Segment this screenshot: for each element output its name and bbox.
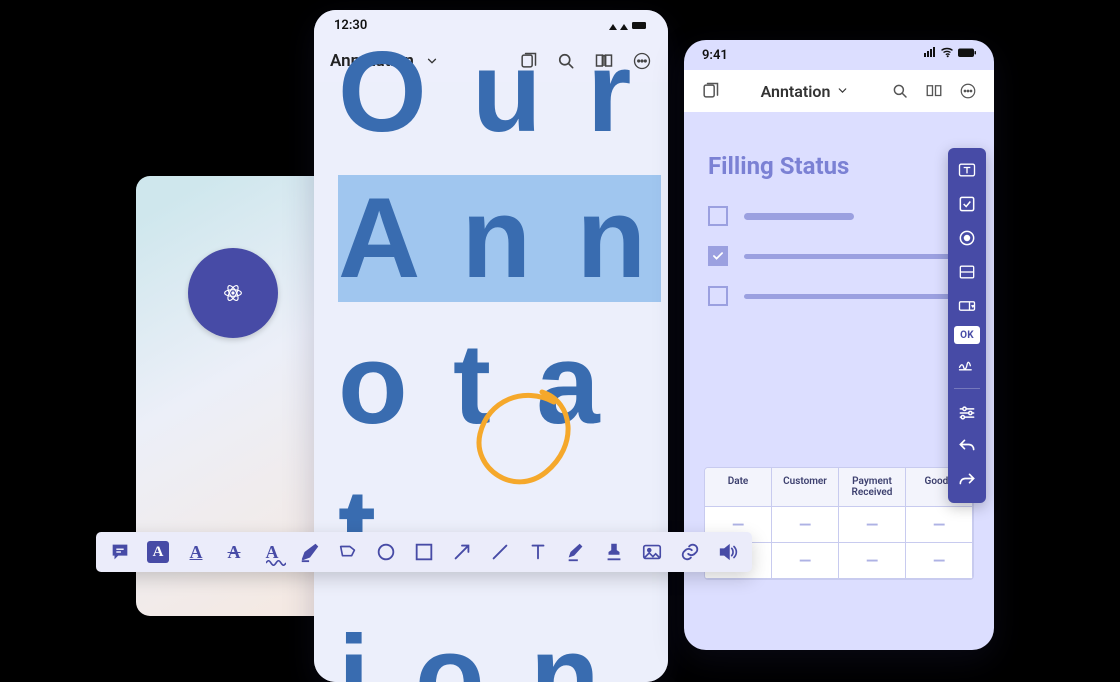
td[interactable]: — — [906, 507, 973, 543]
td[interactable]: — — [839, 507, 906, 543]
status-bar: 9:41 — [684, 40, 994, 70]
combobox-icon[interactable] — [953, 292, 981, 320]
image-icon[interactable] — [640, 540, 664, 564]
ink-icon[interactable] — [298, 540, 322, 564]
phone-center: 12:30 Annotation — [314, 10, 668, 682]
book-icon[interactable] — [924, 81, 944, 101]
text-T-icon[interactable] — [526, 540, 550, 564]
th: Customer — [772, 468, 839, 507]
checkbox-unchecked[interactable] — [708, 206, 728, 226]
more-icon[interactable] — [958, 81, 978, 101]
td[interactable]: — — [906, 543, 973, 579]
big-text: O u r A n n o t a t i o n — [314, 20, 668, 682]
th: Payment Received — [839, 468, 906, 507]
radio-icon[interactable] — [953, 224, 981, 252]
td[interactable]: — — [839, 543, 906, 579]
panels-icon[interactable] — [700, 81, 720, 101]
chevron-down-icon[interactable] — [836, 82, 849, 101]
react-badge — [188, 248, 278, 338]
document-viewport[interactable]: O u r A n n o t a t i o n — [314, 82, 668, 682]
arrow-icon[interactable] — [450, 540, 474, 564]
stamp-icon[interactable] — [602, 540, 626, 564]
form-field-line — [744, 254, 970, 259]
note-icon[interactable] — [108, 540, 132, 564]
status-time: 9:41 — [702, 48, 728, 63]
square-icon[interactable] — [412, 540, 436, 564]
ok-button-icon[interactable]: OK — [954, 326, 980, 344]
form-tools-palette: OK — [948, 148, 986, 503]
highlight-text-icon[interactable]: A — [146, 540, 170, 564]
link-icon[interactable] — [678, 540, 702, 564]
form-row[interactable] — [708, 246, 970, 266]
sound-icon[interactable] — [716, 540, 740, 564]
status-right-icons — [922, 47, 976, 63]
circle-icon[interactable] — [374, 540, 398, 564]
freeform-icon[interactable] — [336, 540, 360, 564]
td[interactable]: — — [772, 507, 839, 543]
palette-divider — [954, 388, 980, 389]
th: Date — [705, 468, 772, 507]
text-field-icon[interactable] — [953, 156, 981, 184]
checkbox-icon[interactable] — [953, 190, 981, 218]
underline-text-icon[interactable]: A — [184, 540, 208, 564]
form-row[interactable] — [708, 206, 970, 226]
checkbox-checked[interactable] — [708, 246, 728, 266]
top-toolbar: Anntation — [684, 70, 994, 112]
strike-text-icon[interactable]: A — [222, 540, 246, 564]
signature-icon[interactable] — [953, 350, 981, 378]
toolbar-title[interactable]: Anntation — [761, 82, 831, 101]
ink-circle-annotation[interactable] — [470, 384, 580, 488]
undo-icon[interactable] — [953, 433, 981, 461]
highlighted-text: A n n — [338, 175, 661, 302]
squiggly-text-icon[interactable]: A — [260, 540, 284, 564]
sign-icon[interactable] — [564, 540, 588, 564]
form-title: Filling Status — [708, 152, 970, 180]
checkbox-unchecked[interactable] — [708, 286, 728, 306]
react-icon — [223, 283, 243, 303]
form-field-line — [744, 294, 970, 299]
search-icon[interactable] — [890, 81, 910, 101]
form-field-line — [744, 213, 854, 220]
doc-row-3: i o n — [338, 604, 668, 682]
doc-row-0: O u r — [338, 20, 668, 166]
line-icon[interactable] — [488, 540, 512, 564]
td[interactable]: — — [772, 543, 839, 579]
listbox-icon[interactable] — [953, 258, 981, 286]
annotation-toolbar: A A A A — [96, 532, 752, 572]
redo-icon[interactable] — [953, 467, 981, 495]
form-row[interactable] — [708, 286, 970, 306]
sliders-icon[interactable] — [953, 399, 981, 427]
